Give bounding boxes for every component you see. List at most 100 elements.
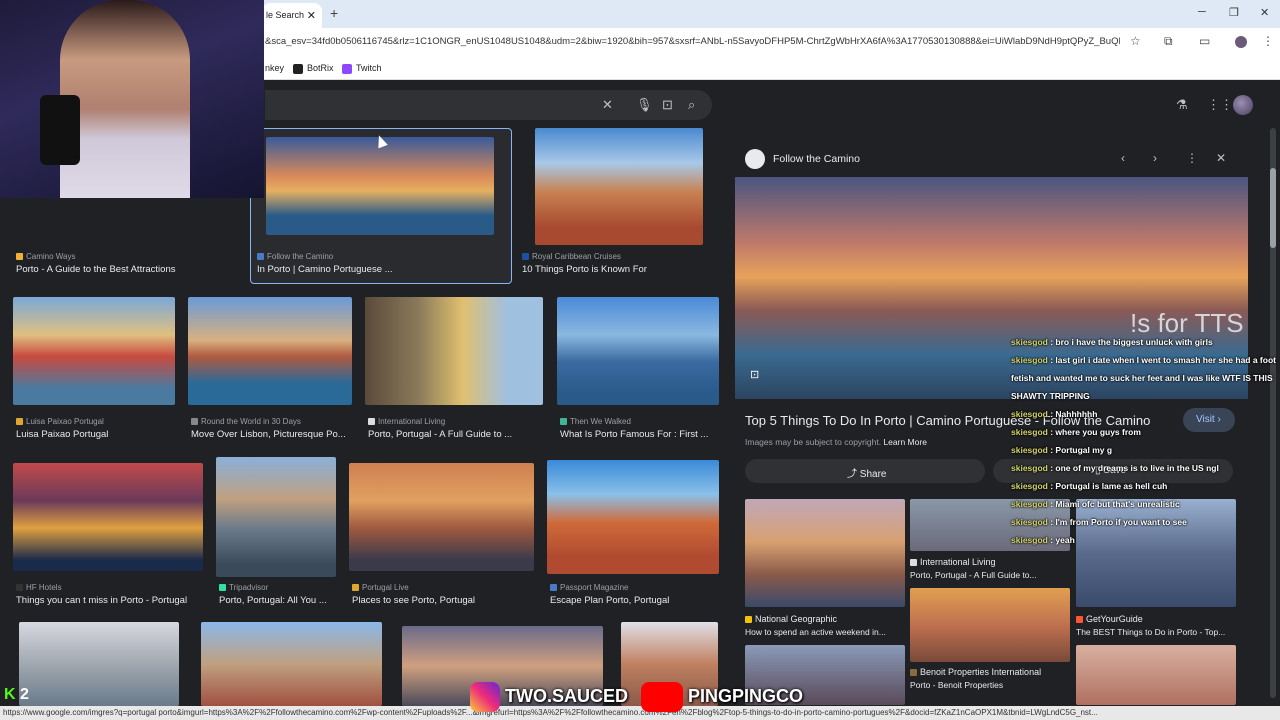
related-caption[interactable]: The BEST Things to Do in Porto - Top... [1076, 627, 1236, 637]
chat-username: skiesgod [1011, 517, 1048, 527]
result-source[interactable]: Tripadvisor [219, 583, 268, 592]
result-caption[interactable]: What Is Porto Famous For : First ... [560, 429, 720, 440]
kick-logo-icon: K [4, 686, 16, 703]
result-caption[interactable]: Porto, Portugal: All You ... [219, 595, 337, 606]
bookmark-item[interactable]: Twitch [342, 63, 382, 74]
related-source[interactable]: Benoit Properties International [910, 667, 1041, 677]
tab-google-search[interactable]: le Search ✕ [262, 3, 322, 28]
chat-text: : bro i have the biggest unluck with gir… [1047, 337, 1213, 347]
result-source[interactable]: Luisa Paixao Portugal [16, 417, 104, 426]
chat-message: skiesgod : last girl i date when I went … [1011, 351, 1279, 405]
next-image-icon[interactable]: › [1153, 151, 1157, 165]
result-image[interactable] [201, 622, 382, 706]
microphone-icon [40, 95, 80, 165]
close-panel-icon[interactable]: ✕ [1216, 151, 1226, 165]
cast-icon[interactable]: ▭ [1199, 34, 1210, 48]
result-caption[interactable]: Porto, Portugal - A Full Guide to ... [368, 429, 544, 440]
related-image[interactable] [910, 588, 1070, 662]
panel-source[interactable]: Follow the Camino [773, 153, 860, 165]
extensions-icon[interactable]: ⧉ [1164, 34, 1173, 49]
result-caption[interactable]: Things you can t miss in Porto - Portuga… [16, 595, 206, 606]
bookmark-item[interactable]: BotRix [293, 63, 334, 74]
chat-text: : Portugal is lame as hell cuh [1047, 481, 1168, 491]
result-caption[interactable]: Porto - A Guide to the Best Attractions [16, 264, 236, 275]
search-icon[interactable]: ⌕ [688, 97, 695, 113]
result-source[interactable]: Follow the Camino [257, 252, 333, 261]
result-source[interactable]: Passport Magazine [550, 583, 628, 592]
chat-text: : Portugal my g [1047, 445, 1113, 455]
window-close-icon[interactable]: ✕ [1260, 6, 1269, 19]
lens-search-icon[interactable]: ⊡ [662, 97, 673, 113]
previous-image-icon[interactable]: ‹ [1121, 151, 1125, 165]
result-image[interactable] [266, 137, 494, 235]
result-image[interactable] [13, 463, 203, 571]
tab-title: le Search [266, 10, 305, 20]
result-image[interactable] [349, 463, 534, 571]
result-source[interactable]: Portugal Live [352, 583, 409, 592]
result-source[interactable]: HF Hotels [16, 583, 62, 592]
chat-username: skiesgod [1011, 337, 1048, 347]
result-caption[interactable]: In Porto | Camino Portuguese ... [257, 264, 497, 275]
bookmark-item[interactable]: nkey [265, 63, 284, 73]
chat-message: skiesgod : where you guys from [1011, 423, 1279, 441]
voice-search-icon[interactable]: 🎙 [636, 97, 653, 113]
chat-message: skiesgod : bro i have the biggest unluck… [1011, 333, 1279, 351]
chat-username: skiesgod [1011, 535, 1048, 545]
result-caption[interactable]: Escape Plan Porto, Portugal [550, 595, 720, 606]
url-text[interactable]: &sca_esv=34fd0b0506116745&rlz=1C1ONGR_en… [265, 36, 1120, 47]
related-image[interactable] [1076, 645, 1236, 705]
learn-more-link[interactable]: Learn More [883, 437, 926, 447]
result-image[interactable] [216, 457, 336, 577]
apps-grid-icon[interactable]: ⋮⋮ [1207, 97, 1233, 113]
kick-viewer-count: K 2 [4, 686, 29, 703]
result-image[interactable] [535, 128, 703, 245]
result-image[interactable] [188, 297, 352, 405]
result-source[interactable]: Camino Ways [16, 252, 76, 261]
share-button[interactable]: ⤴ Share [745, 459, 985, 483]
chat-username: skiesgod [1011, 463, 1048, 473]
result-image[interactable] [13, 297, 175, 405]
result-source[interactable]: Round the World in 30 Days [191, 417, 301, 426]
related-source[interactable]: National Geographic [745, 614, 837, 624]
result-image[interactable] [365, 297, 543, 405]
related-caption[interactable]: Porto, Portugal - A Full Guide to... [910, 570, 1070, 580]
labs-icon[interactable]: ⚗ [1176, 97, 1188, 113]
result-source[interactable]: Then We Walked [560, 417, 631, 426]
result-caption[interactable]: 10 Things Porto is Known For [522, 264, 712, 275]
lens-icon[interactable]: ⊡ [750, 368, 759, 381]
result-source[interactable]: International Living [368, 417, 445, 426]
related-source[interactable]: GetYourGuide [1076, 614, 1143, 624]
chat-message: skiesgod : Nahhhhhh [1011, 405, 1279, 423]
result-caption[interactable]: Move Over Lisbon, Picturesque Po... [191, 429, 353, 440]
result-image[interactable] [547, 460, 719, 574]
more-options-icon[interactable]: ⋮ [1186, 151, 1198, 165]
maximize-icon[interactable]: ❐ [1229, 6, 1239, 19]
bookmark-star-icon[interactable]: ☆ [1130, 34, 1141, 48]
result-image[interactable] [557, 297, 719, 405]
chat-text: : Nahhhhhh [1047, 409, 1098, 419]
chat-message: skiesgod : Portugal my g [1011, 441, 1279, 459]
chat-text: : where you guys from [1047, 427, 1141, 437]
minimize-icon[interactable]: ─ [1198, 6, 1206, 18]
close-tab-icon[interactable]: ✕ [307, 9, 316, 22]
related-source[interactable]: International Living [910, 557, 996, 567]
menu-dots-icon[interactable]: ⋮ [1262, 34, 1274, 48]
related-image[interactable] [745, 499, 905, 607]
new-tab-icon[interactable]: + [330, 5, 338, 21]
chat-message: skiesgod : yeah [1011, 531, 1279, 549]
result-source[interactable]: Royal Caribbean Cruises [522, 252, 621, 261]
profile-avatar-icon[interactable] [1235, 36, 1247, 48]
result-caption[interactable]: Luisa Paixao Portugal [16, 429, 176, 440]
result-image[interactable] [27, 198, 227, 242]
result-image[interactable] [19, 622, 179, 706]
related-caption[interactable]: How to spend an active weekend in... [745, 627, 905, 637]
instagram-icon [470, 682, 500, 712]
result-caption[interactable]: Places to see Porto, Portugal [352, 595, 534, 606]
chat-text: : I'm from Porto if you want to see [1047, 517, 1187, 527]
related-caption[interactable]: Porto - Benoit Properties [910, 680, 1070, 690]
account-avatar[interactable] [1233, 95, 1253, 115]
chat-username: skiesgod [1011, 445, 1048, 455]
clear-search-icon[interactable]: ✕ [602, 97, 613, 113]
share-icon: ⤴ [847, 469, 860, 480]
chat-text: : yeah [1047, 535, 1075, 545]
